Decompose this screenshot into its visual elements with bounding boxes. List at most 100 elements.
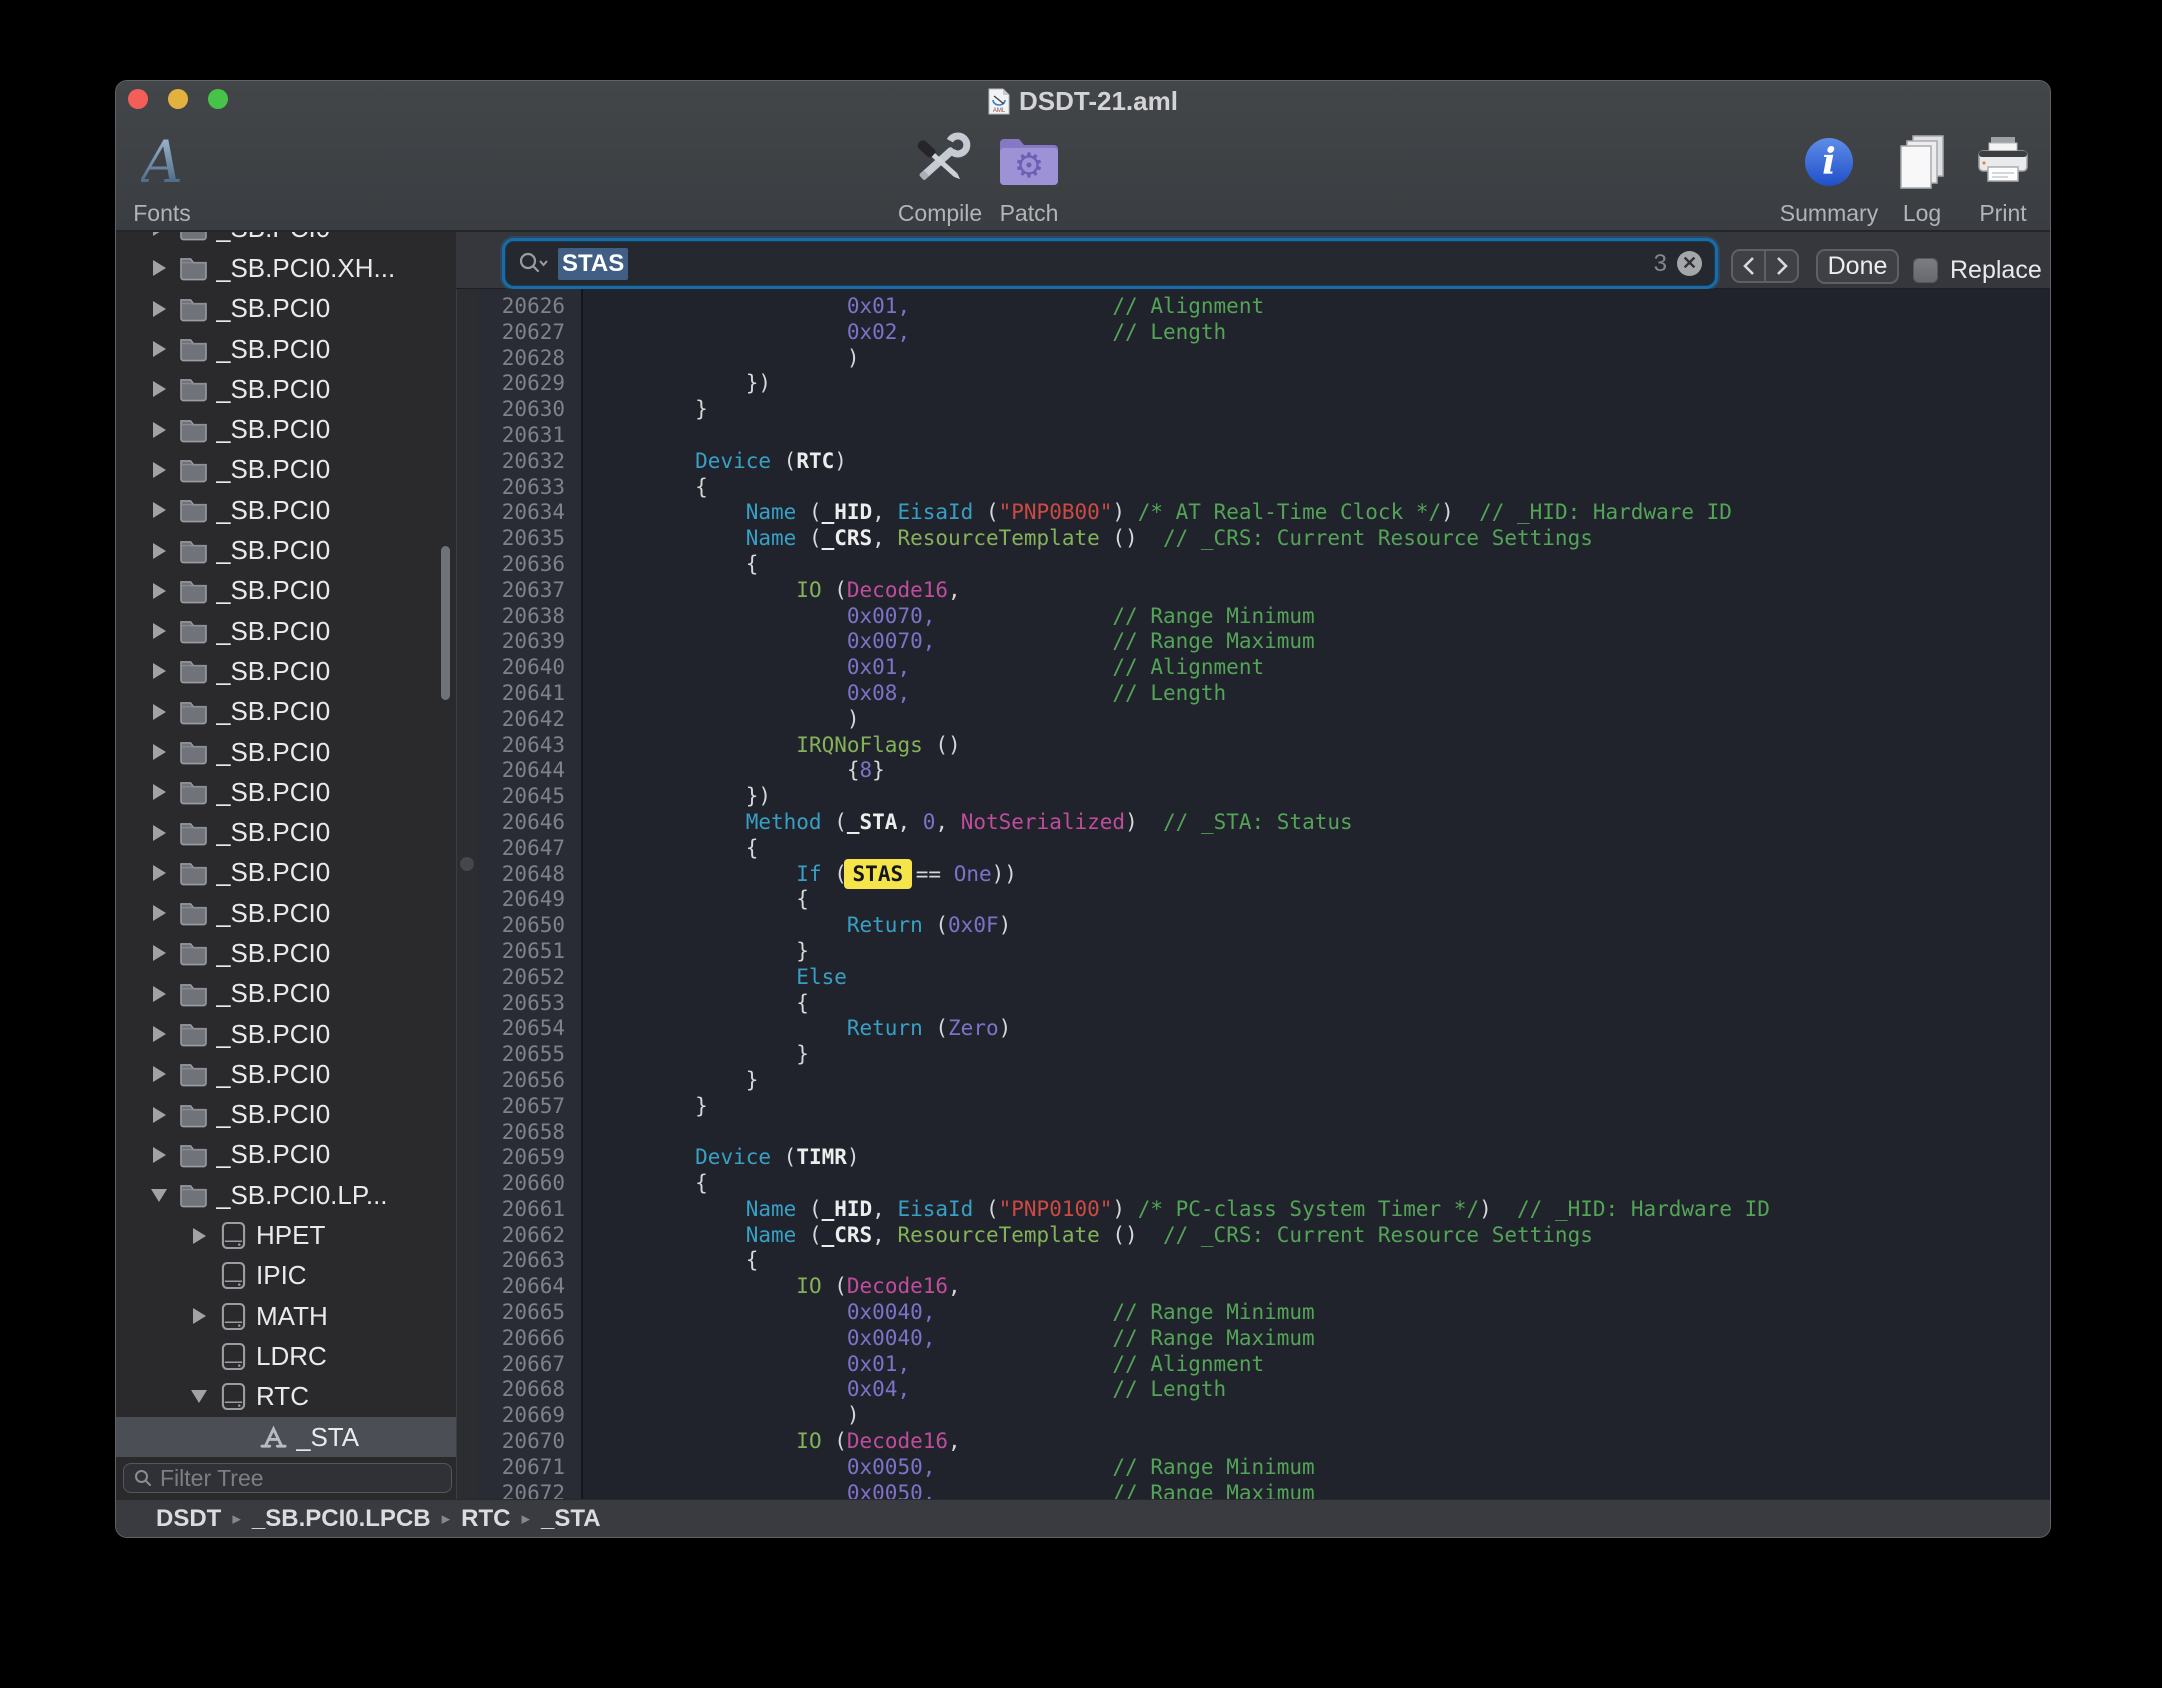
print-button[interactable]: Print <box>1928 119 2051 227</box>
sidebar-item-ipic[interactable]: IPIC <box>116 1256 456 1296</box>
code-line[interactable]: 20664 IO (Decode16, <box>478 1274 2051 1300</box>
code-line[interactable]: 20654 Return (Zero) <box>478 1016 2051 1042</box>
sidebar-item-hpet[interactable]: HPET <box>116 1215 456 1255</box>
previous-match-button[interactable] <box>1733 251 1766 281</box>
sidebar-item--sb-pci0[interactable]: _SB.PCI0 <box>116 571 456 611</box>
sidebar-item--sb-pci0[interactable]: _SB.PCI0 <box>116 772 456 812</box>
code-editor[interactable]: 20626 0x01, // Alignment20627 0x02, // L… <box>478 289 2051 1499</box>
code-line[interactable]: 20651 } <box>478 939 2051 965</box>
code-line[interactable]: 20656 } <box>478 1068 2051 1094</box>
code-line[interactable]: 20669 ) <box>478 1403 2051 1429</box>
chevron-right-icon[interactable] <box>184 1228 214 1244</box>
code-line[interactable]: 20652 Else <box>478 965 2051 991</box>
code-line[interactable]: 20642 ) <box>478 707 2051 733</box>
code-line[interactable]: 20644 {8} <box>478 758 2051 784</box>
sidebar-item--sb-pci0[interactable]: _SB.PCI0 <box>116 692 456 732</box>
fonts-button[interactable]: A Fonts <box>115 119 237 227</box>
code-line[interactable]: 20667 0x01, // Alignment <box>478 1352 2051 1378</box>
search-input[interactable]: STAS 3 ✕ <box>506 242 1714 285</box>
sidebar-item--sb-pci0[interactable]: _SB.PCI0 <box>116 1095 456 1135</box>
code-line[interactable]: 20627 0x02, // Length <box>478 320 2051 346</box>
chevron-right-icon[interactable] <box>144 905 174 921</box>
code-line[interactable]: 20648 If ((STAS == One)) <box>478 862 2051 888</box>
code-line[interactable]: 20668 0x04, // Length <box>478 1377 2051 1403</box>
breadcrumb-item--sb-pci0-lpcb[interactable]: _SB.PCI0.LPCB <box>252 1505 431 1533</box>
sidebar-item-math[interactable]: MATH <box>116 1296 456 1336</box>
code-line[interactable]: 20629 }) <box>478 371 2051 397</box>
code-line[interactable]: 20647 { <box>478 836 2051 862</box>
sidebar-item--sb-pci0-xh-[interactable]: _SB.PCI0.XH... <box>116 248 456 288</box>
chevron-right-icon[interactable] <box>144 1147 174 1163</box>
code-line[interactable]: 20638 0x0070, // Range Minimum <box>478 604 2051 630</box>
filter-tree-input[interactable]: Filter Tree <box>123 1463 452 1493</box>
code-line[interactable]: 20634 Name (_HID, EisaId ("PNP0B00") /* … <box>478 500 2051 526</box>
chevron-right-icon[interactable] <box>144 381 174 397</box>
sidebar-item--sb-pci0[interactable]: _SB.PCI0 <box>116 1014 456 1054</box>
chevron-right-icon[interactable] <box>144 663 174 679</box>
sidebar-item-ldrc[interactable]: LDRC <box>116 1336 456 1376</box>
sidebar-item--sb-pci0[interactable]: _SB.PCI0 <box>116 490 456 530</box>
sidebar-item--sb-pci0[interactable]: _SB.PCI0 <box>116 409 456 449</box>
code-line[interactable]: 20637 IO (Decode16, <box>478 578 2051 604</box>
breadcrumb-item-dsdt[interactable]: DSDT <box>156 1505 221 1533</box>
patch-button[interactable]: ⚙ Patch <box>954 119 1104 227</box>
chevron-right-icon[interactable] <box>144 232 174 236</box>
code-line[interactable]: 20626 0x01, // Alignment <box>478 294 2051 320</box>
code-line[interactable]: 20636 { <box>478 552 2051 578</box>
code-line[interactable]: 20649 { <box>478 887 2051 913</box>
chevron-right-icon[interactable] <box>144 583 174 599</box>
code-line[interactable]: 20655 } <box>478 1042 2051 1068</box>
chevron-right-icon[interactable] <box>144 543 174 559</box>
code-line[interactable]: 20628 ) <box>478 346 2051 372</box>
code-line[interactable]: 20663 { <box>478 1248 2051 1274</box>
code-line[interactable]: 20630 } <box>478 397 2051 423</box>
chevron-right-icon[interactable] <box>184 1308 214 1324</box>
chevron-right-icon[interactable] <box>144 704 174 720</box>
sidebar-item--sb-pci0[interactable]: _SB.PCI0 <box>116 289 456 329</box>
code-line[interactable]: 20665 0x0040, // Range Minimum <box>478 1300 2051 1326</box>
sidebar-item--sb-pci0[interactable]: _SB.PCI0 <box>116 530 456 570</box>
chevron-right-icon[interactable] <box>144 623 174 639</box>
sidebar-item--sb-pci0[interactable]: _SB.PCI0 <box>116 369 456 409</box>
code-line[interactable]: 20639 0x0070, // Range Maximum <box>478 629 2051 655</box>
code-line[interactable]: 20659 Device (TIMR) <box>478 1145 2051 1171</box>
next-match-button[interactable] <box>1766 251 1797 281</box>
code-line[interactable]: 20650 Return (0x0F) <box>478 913 2051 939</box>
sidebar-scrollbar-thumb[interactable] <box>441 546 450 700</box>
code-line[interactable]: 20640 0x01, // Alignment <box>478 655 2051 681</box>
chevron-right-icon[interactable] <box>144 502 174 518</box>
sidebar-item--sb-pci0[interactable]: _SB.PCI0 <box>116 1135 456 1175</box>
breadcrumb-item-rtc[interactable]: RTC <box>461 1505 510 1533</box>
code-line[interactable]: 20645 }) <box>478 784 2051 810</box>
chevron-down-icon[interactable] <box>184 1390 214 1403</box>
code-line[interactable]: 20670 IO (Decode16, <box>478 1429 2051 1455</box>
sidebar-item--sb-pci0[interactable]: _SB.PCI0 <box>116 611 456 651</box>
sidebar-item-rtc[interactable]: RTC <box>116 1377 456 1417</box>
sidebar-item--sb-pci0[interactable]: _SB.PCI0 <box>116 651 456 691</box>
chevron-right-icon[interactable] <box>144 260 174 276</box>
chevron-right-icon[interactable] <box>144 784 174 800</box>
sidebar-item--sb-pci0[interactable]: _SB.PCI0 <box>116 450 456 490</box>
code-line[interactable]: 20643 IRQNoFlags () <box>478 733 2051 759</box>
sidebar-item--sb-pci0[interactable]: _SB.PCI0 <box>116 1054 456 1094</box>
chevron-right-icon[interactable] <box>144 341 174 357</box>
chevron-right-icon[interactable] <box>144 301 174 317</box>
chevron-right-icon[interactable] <box>144 945 174 961</box>
breadcrumb-item--sta[interactable]: _STA <box>541 1505 601 1533</box>
clear-search-button[interactable]: ✕ <box>1677 251 1702 276</box>
sidebar-item--sb-pci0[interactable]: _SB.PCI0 <box>116 853 456 893</box>
sidebar-item--sb-pci0[interactable]: _SB.PCI0 <box>116 974 456 1014</box>
chevron-right-icon[interactable] <box>144 1026 174 1042</box>
done-button[interactable]: Done <box>1816 249 1899 284</box>
code-line[interactable]: 20632 Device (RTC) <box>478 449 2051 475</box>
code-line[interactable]: 20662 Name (_CRS, ResourceTemplate () //… <box>478 1223 2051 1249</box>
sidebar-item--sb-pci0[interactable]: _SB.PCI0 <box>116 329 456 369</box>
code-line[interactable]: 20660 { <box>478 1171 2051 1197</box>
chevron-right-icon[interactable] <box>144 422 174 438</box>
code-line[interactable]: 20653 { <box>478 991 2051 1017</box>
code-line[interactable]: 20633 { <box>478 475 2051 501</box>
sidebar-item--sb-pci0-lp-[interactable]: _SB.PCI0.LP... <box>116 1175 456 1215</box>
code-line[interactable]: 20666 0x0040, // Range Maximum <box>478 1326 2051 1352</box>
replace-checkbox[interactable] <box>1913 258 1938 283</box>
chevron-right-icon[interactable] <box>144 825 174 841</box>
